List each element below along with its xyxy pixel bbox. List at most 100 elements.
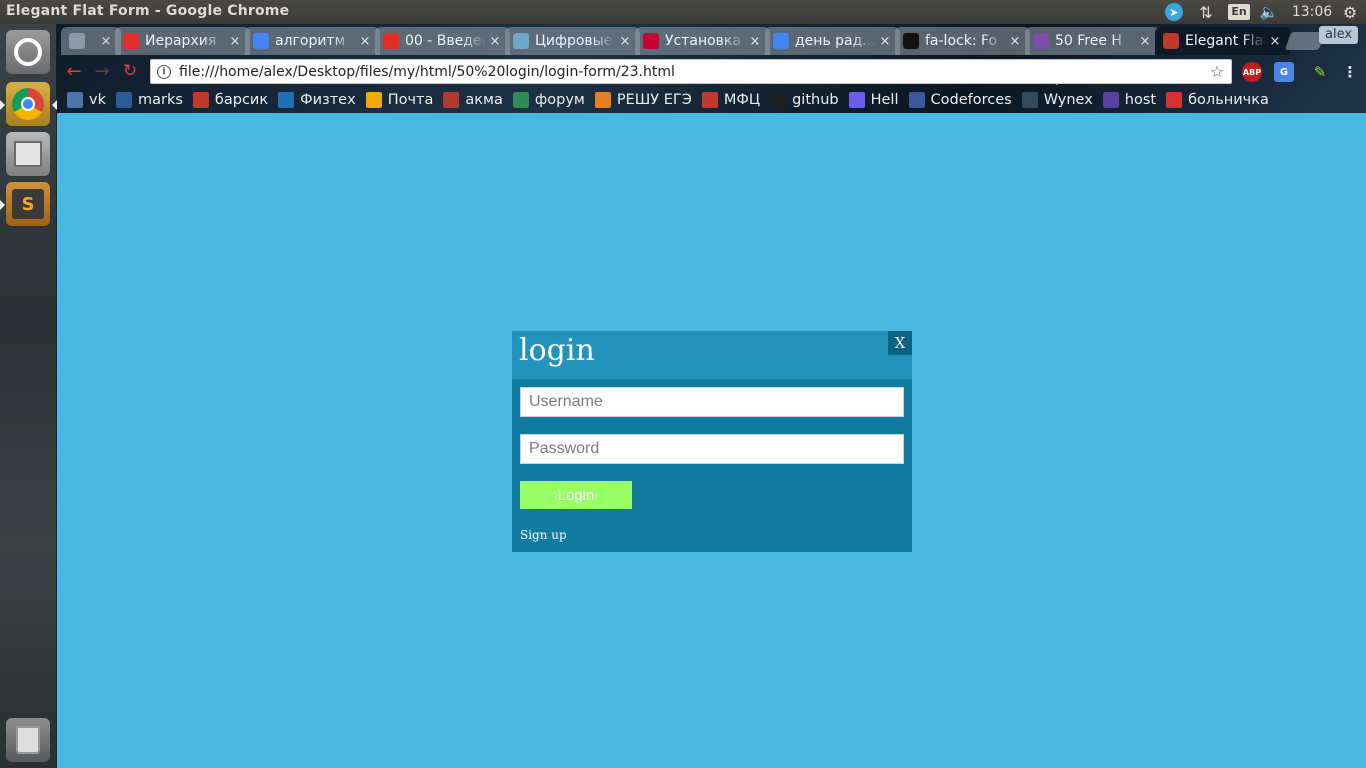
bookmark-label: барсик	[214, 91, 269, 108]
clock[interactable]: 13:06	[1292, 3, 1332, 21]
toolbar: ← → ↻ i file:///home/alex/Desktop/files/…	[57, 56, 1366, 86]
top-panel: Elegant Flat Form - Google Chrome ➤ ⇅ En…	[0, 0, 1366, 24]
tab-close-icon[interactable]: ×	[1136, 34, 1154, 49]
tab[interactable]: 00 - Введение×	[375, 27, 510, 55]
bookmark-item[interactable]: РЕШУ ЕГЭ	[594, 89, 692, 111]
bookmark-label: форум	[534, 91, 585, 108]
url-text[interactable]: file:///home/alex/Desktop/files/my/html/…	[179, 64, 1207, 80]
tab[interactable]: 50 Free H ×	[1025, 27, 1160, 55]
password-field[interactable]	[520, 434, 904, 464]
tab[interactable]: алгоритм ×	[245, 27, 380, 55]
bookmark-item[interactable]: marks	[115, 89, 183, 111]
keyboard-layout-indicator[interactable]: En	[1228, 3, 1250, 21]
bookmark-label: Wynex	[1043, 91, 1093, 108]
tab[interactable]: Иерархия ×	[115, 27, 250, 55]
menu-icon[interactable]: ⋮	[1340, 62, 1360, 82]
adblock-icon[interactable]: ABP	[1242, 62, 1262, 82]
launcher: S	[0, 24, 57, 768]
bookmark-item[interactable]: акма	[443, 89, 503, 111]
flag-icon	[903, 33, 919, 49]
bookmark-favicon-icon	[1166, 91, 1183, 108]
bookmark-label: Физтех	[300, 91, 356, 108]
running-indicator	[0, 200, 5, 210]
color-picker-icon[interactable]: ✎	[1310, 62, 1330, 82]
bookmark-favicon-icon	[192, 91, 209, 108]
dash-icon[interactable]	[6, 30, 50, 74]
bookmark-item[interactable]: Codeforces	[908, 89, 1012, 111]
tab-close-icon[interactable]: ×	[97, 34, 115, 49]
bookmark-label: github	[792, 91, 839, 108]
bookmark-favicon-icon	[594, 91, 611, 108]
bookmark-item[interactable]: Wynex	[1021, 89, 1093, 111]
tab[interactable]: Установка ×	[635, 27, 770, 55]
tab-active[interactable]: Elegant Flat ×	[1155, 27, 1290, 55]
window-title: Elegant Flat Form - Google Chrome	[6, 3, 290, 19]
bookmark-label: Hell	[870, 91, 899, 108]
login-title: login	[519, 333, 595, 368]
speaker-icon	[69, 33, 85, 49]
bookmark-item[interactable]: host	[1102, 89, 1156, 111]
close-button[interactable]: X	[888, 331, 912, 355]
files-icon[interactable]	[6, 132, 50, 176]
bookmark-favicon-icon	[848, 91, 865, 108]
signup-link[interactable]: Sign up	[520, 528, 567, 542]
bookmark-item[interactable]: github	[770, 89, 839, 111]
profile-badge[interactable]: alex	[1319, 26, 1359, 44]
bookmark-favicon-icon	[278, 91, 295, 108]
tab-title: Установка	[665, 33, 741, 49]
chrome-icon[interactable]	[6, 82, 50, 126]
google-icon	[773, 33, 789, 49]
tab-close-icon[interactable]: ×	[226, 34, 244, 49]
trash-icon[interactable]	[6, 718, 50, 762]
volume-icon[interactable]: 🔈	[1258, 3, 1280, 21]
username-field[interactable]	[520, 387, 904, 417]
settings-gear-icon[interactable]: ⚙	[1340, 3, 1360, 22]
sublime-text-icon[interactable]: S	[6, 182, 50, 226]
bookmark-item[interactable]: барсик	[192, 89, 269, 111]
tab-close-icon[interactable]: ×	[486, 34, 504, 49]
running-indicator	[0, 100, 5, 110]
tab-close-icon[interactable]: ×	[876, 34, 894, 49]
bookmark-star-icon[interactable]: ☆	[1207, 62, 1227, 81]
tab-close-icon[interactable]: ×	[746, 34, 764, 49]
bookmark-favicon-icon	[443, 91, 460, 108]
forward-button[interactable]: →	[91, 60, 113, 82]
bookmark-item[interactable]: vk	[67, 89, 106, 111]
bookmark-label: акма	[465, 91, 503, 108]
login-button[interactable]: Login	[520, 481, 632, 509]
bookmark-item[interactable]: форум	[512, 89, 585, 111]
bookmark-label: marks	[137, 91, 183, 108]
bookmark-favicon-icon	[770, 91, 787, 108]
tab-close-icon[interactable]: ×	[1266, 34, 1284, 49]
google-icon	[253, 33, 269, 49]
bookmark-label: больничка	[1188, 91, 1269, 108]
bookmark-favicon-icon	[1102, 91, 1119, 108]
tab-close-icon[interactable]: ×	[356, 34, 374, 49]
info-icon[interactable]: i	[157, 64, 171, 79]
bookmark-favicon-icon	[908, 91, 925, 108]
tab[interactable]: ×	[61, 27, 121, 55]
network-icon[interactable]: ⇅	[1196, 3, 1216, 22]
bookmark-label: РЕШУ ЕГЭ	[616, 91, 692, 108]
tab[interactable]: день рад... ×	[765, 27, 900, 55]
bookmark-favicon-icon	[512, 91, 529, 108]
bookmark-item[interactable]: Hell	[848, 89, 899, 111]
address-bar[interactable]: i file:///home/alex/Desktop/files/my/htm…	[150, 59, 1232, 84]
back-button[interactable]: ←	[63, 60, 85, 82]
bookmark-item[interactable]: Почта	[365, 89, 433, 111]
tab[interactable]: fa-lock: Fo ×	[895, 27, 1030, 55]
login-form: login X Login Sign up	[512, 331, 912, 552]
bookmark-item[interactable]: больничка	[1166, 89, 1269, 111]
tab[interactable]: Цифровые ×	[505, 27, 640, 55]
bookmark-item[interactable]: Физтех	[278, 89, 356, 111]
bookmark-favicon-icon	[67, 91, 83, 108]
telegram-icon[interactable]: ➤	[1164, 3, 1184, 21]
tab-title: 50 Free H	[1055, 33, 1122, 49]
translate-icon[interactable]: G	[1274, 62, 1294, 82]
tab-close-icon[interactable]: ×	[1006, 34, 1024, 49]
tab-close-icon[interactable]: ×	[616, 34, 634, 49]
page-content: login X Login Sign up	[57, 113, 1366, 768]
reload-button[interactable]: ↻	[119, 60, 141, 82]
bookmark-item[interactable]: МФЦ	[701, 89, 760, 111]
browser-window: ×Иерархия×алгоритм×00 - Введение×Цифровы…	[57, 24, 1366, 113]
